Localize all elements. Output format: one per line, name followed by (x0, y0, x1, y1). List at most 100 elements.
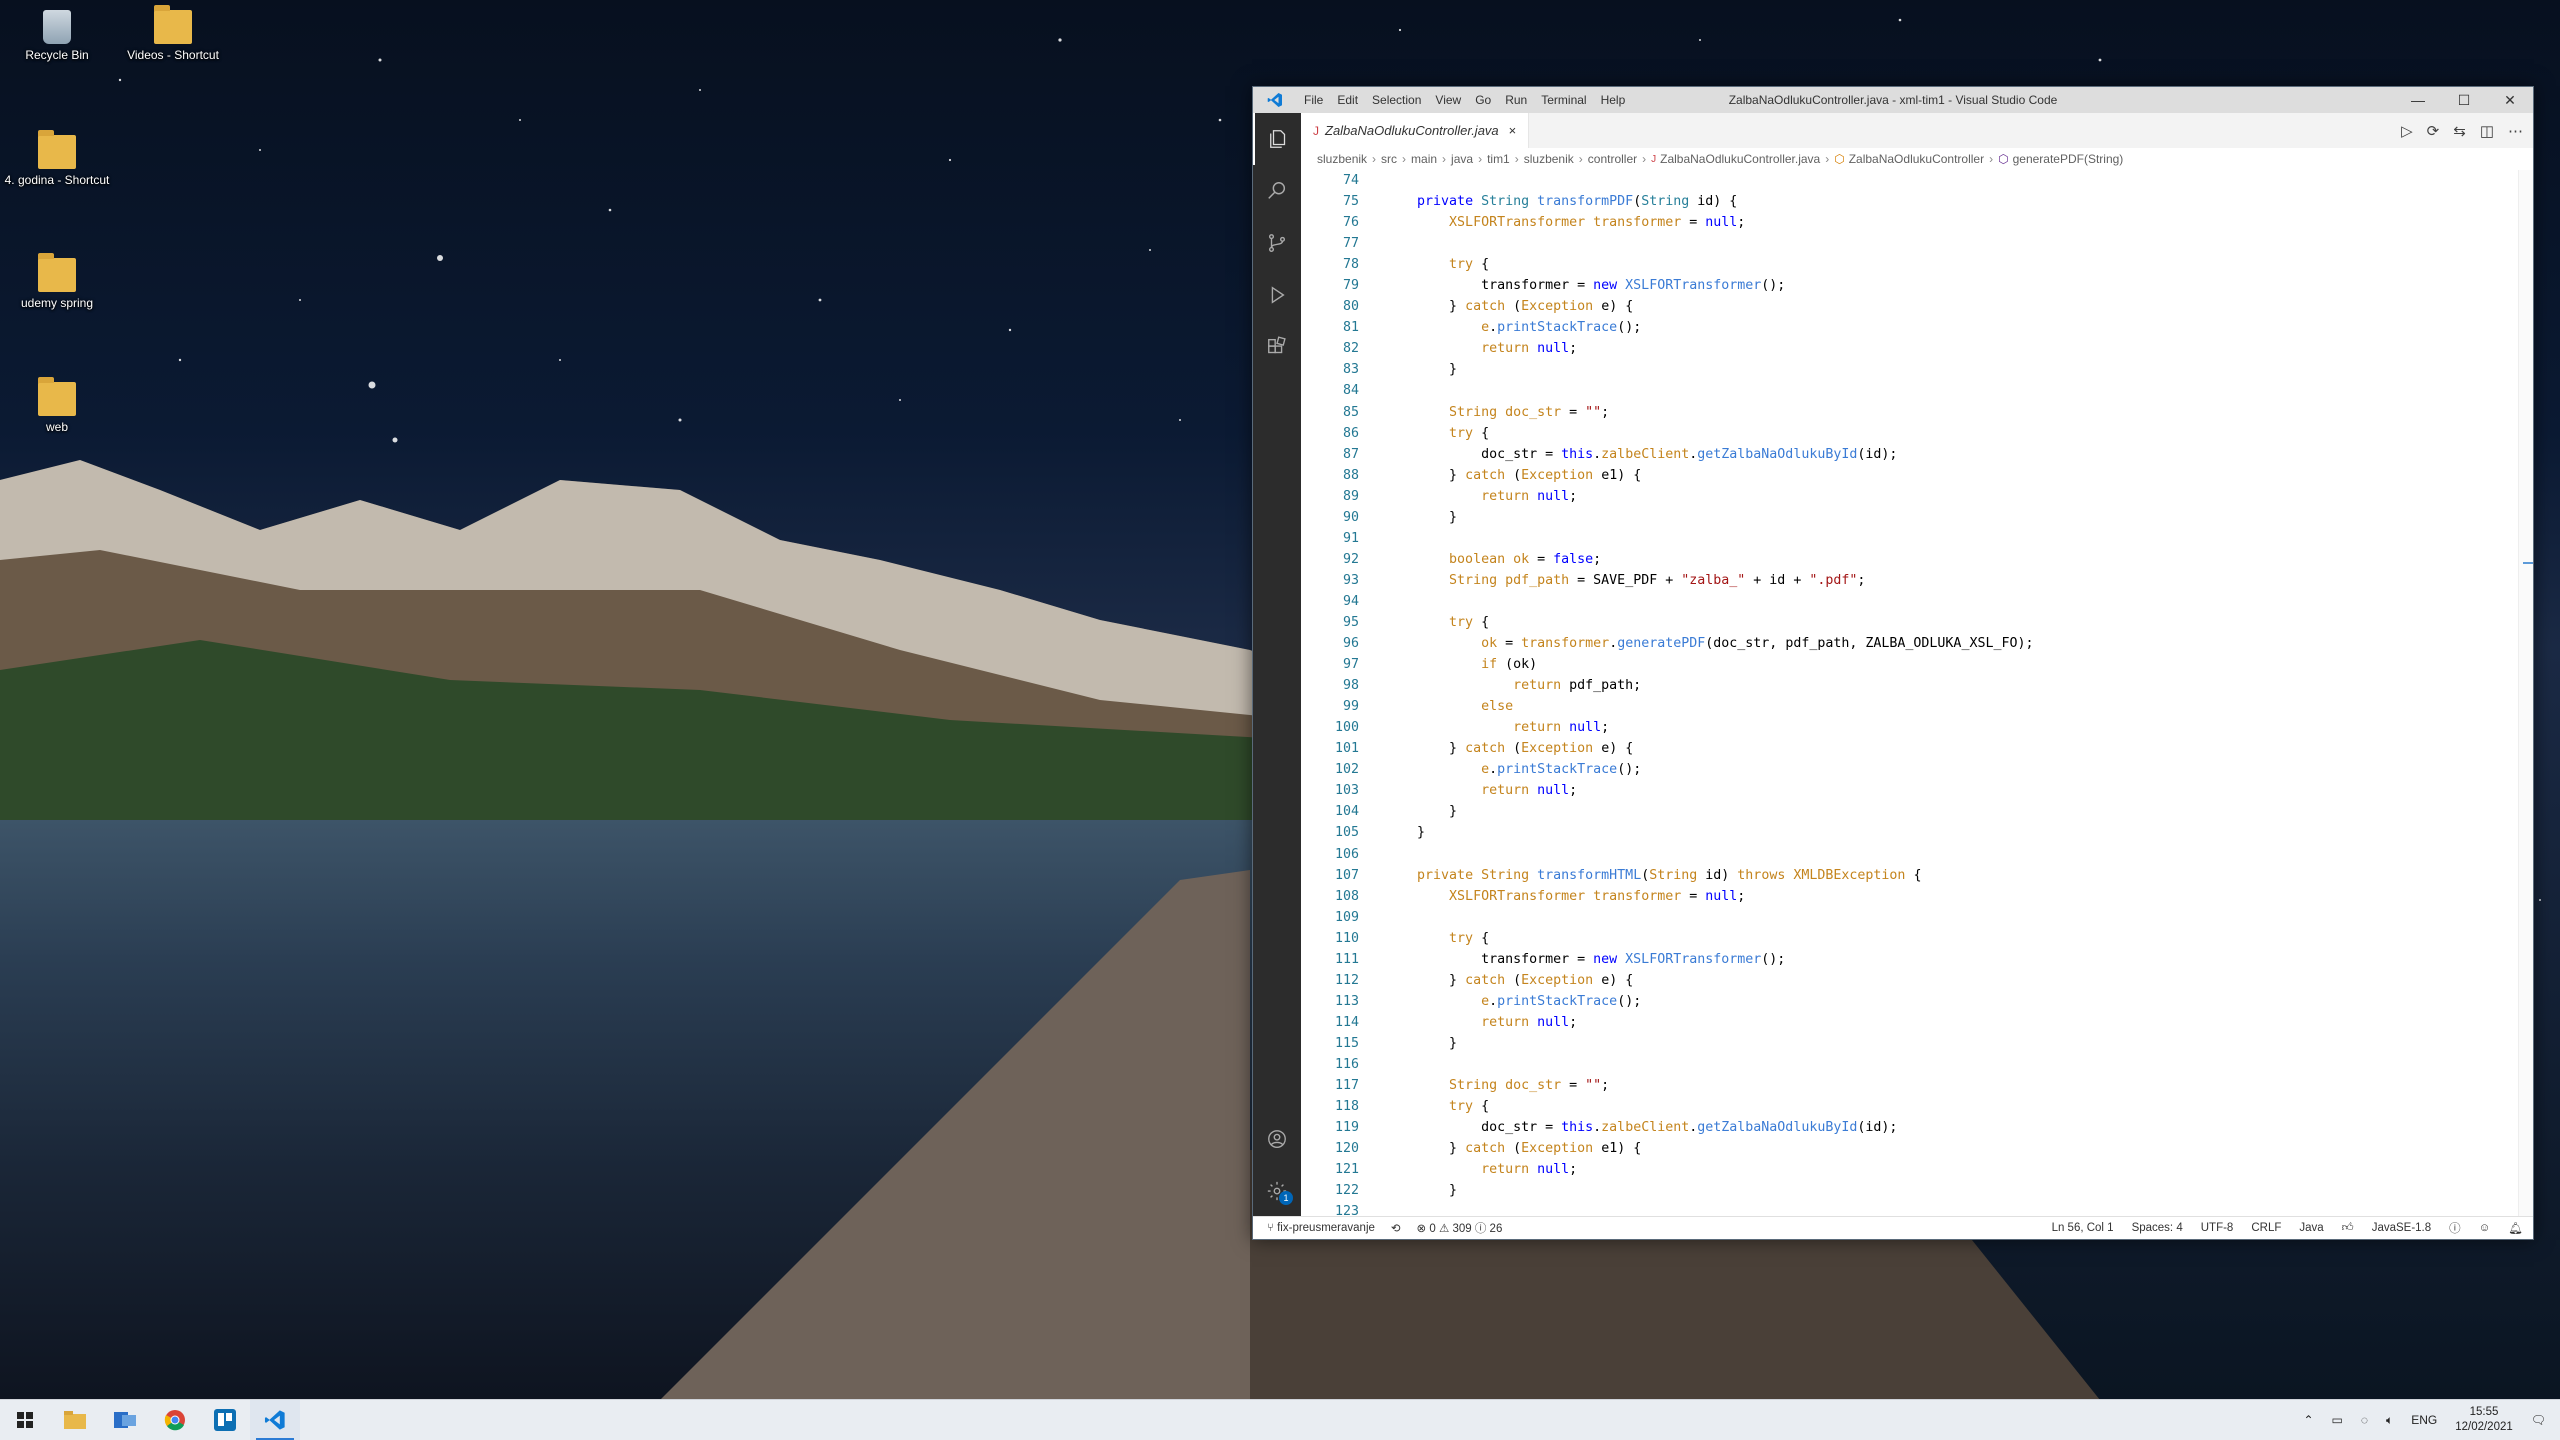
code-line[interactable]: 75 private String transformPDF(String id… (1301, 191, 2519, 212)
code-line[interactable]: 100 return null; (1301, 717, 2519, 738)
explorer-icon[interactable] (1253, 113, 1303, 165)
code-line[interactable]: 113 e.printStackTrace(); (1301, 991, 2519, 1012)
cursor-position[interactable]: Ln 56, Col 1 (2052, 1222, 2114, 1234)
code-line[interactable]: 91 (1301, 528, 2519, 549)
tab-close-icon[interactable]: × (1509, 123, 1517, 138)
code-line[interactable]: 77 (1301, 233, 2519, 254)
code-line[interactable]: 118 try { (1301, 1096, 2519, 1117)
taskbar-vscode[interactable] (250, 1400, 300, 1440)
close-button[interactable]: ✕ (2487, 87, 2533, 113)
code-line[interactable]: 107 private String transformHTML(String … (1301, 865, 2519, 886)
menu-view[interactable]: View (1428, 87, 1468, 113)
code-line[interactable]: 82 return null; (1301, 338, 2519, 359)
code-line[interactable]: 108 XSLFORTransformer transformer = null… (1301, 886, 2519, 907)
code-line[interactable]: 93 String pdf_path = SAVE_PDF + "zalba_"… (1301, 570, 2519, 591)
code-line[interactable]: 104 } (1301, 801, 2519, 822)
code-line[interactable]: 87 doc_str = this.zalbeClient.getZalbaNa… (1301, 444, 2519, 465)
title-bar[interactable]: ZalbaNaOdlukuController.java - xml-tim1 … (1253, 87, 2533, 113)
chevron-up-icon[interactable]: ⌃ (2303, 1413, 2313, 1427)
minimize-button[interactable]: — (2395, 87, 2441, 113)
desktop-icon-videos-shortcut[interactable]: Videos - Shortcut (118, 5, 228, 62)
code-line[interactable]: 105 } (1301, 822, 2519, 843)
code-line[interactable]: 90 } (1301, 507, 2519, 528)
line-ending[interactable]: CRLF (2251, 1222, 2281, 1234)
code-line[interactable]: 116 (1301, 1054, 2519, 1075)
language-indicator[interactable]: ENG (2411, 1413, 2437, 1427)
code-line[interactable]: 95 try { (1301, 612, 2519, 633)
taskbar-app-outlook[interactable] (100, 1400, 150, 1440)
menu-selection[interactable]: Selection (1365, 87, 1428, 113)
run-icon[interactable]: ▷ (2401, 122, 2413, 140)
taskbar-trello[interactable] (200, 1400, 250, 1440)
code-line[interactable]: 103 return null; (1301, 780, 2519, 801)
info-icon[interactable]: ⓘ (2449, 1220, 2461, 1236)
code-line[interactable]: 111 transformer = new XSLFORTransformer(… (1301, 949, 2519, 970)
indentation[interactable]: Spaces: 4 (2132, 1222, 2183, 1234)
encoding[interactable]: UTF-8 (2201, 1222, 2234, 1234)
code-line[interactable]: 121 return null; (1301, 1159, 2519, 1180)
sync-icon[interactable]: ⟲ (1391, 1221, 1401, 1235)
code-line[interactable]: 97 if (ok) (1301, 654, 2519, 675)
menu-help[interactable]: Help (1594, 87, 1633, 113)
code-line[interactable]: 120 } catch (Exception e1) { (1301, 1138, 2519, 1159)
debug-icon[interactable]: ⟳ (2427, 122, 2440, 140)
code-line[interactable]: 101 } catch (Exception e) { (1301, 738, 2519, 759)
breadcrumb-item[interactable]: generatePDF(String) (2013, 152, 2124, 166)
taskbar-file-explorer[interactable] (50, 1400, 100, 1440)
desktop-icon-udemy-spring[interactable]: udemy spring (2, 253, 112, 310)
code-line[interactable]: 78 try { (1301, 254, 2519, 275)
notifications-icon[interactable]: 🗨︎ (2531, 1413, 2546, 1427)
code-line[interactable]: 89 return null; (1301, 486, 2519, 507)
search-icon[interactable] (1253, 165, 1301, 217)
breadcrumb-item[interactable]: ZalbaNaOdlukuController.java (1660, 152, 1820, 166)
code-line[interactable]: 81 e.printStackTrace(); (1301, 317, 2519, 338)
run-debug-icon[interactable] (1253, 269, 1301, 321)
code-line[interactable]: 98 return pdf_path; (1301, 675, 2519, 696)
jdk-version[interactable]: JavaSE-1.8 (2372, 1222, 2431, 1234)
breadcrumb-item[interactable]: sluzbenik (1524, 152, 1574, 166)
code-line[interactable]: 76 XSLFORTransformer transformer = null; (1301, 212, 2519, 233)
code-line[interactable]: 114 return null; (1301, 1012, 2519, 1033)
network-icon[interactable]: ◌ (2361, 1413, 2368, 1427)
breadcrumb-item[interactable]: sluzbenik (1317, 152, 1367, 166)
code-line[interactable]: 86 try { (1301, 423, 2519, 444)
menu-terminal[interactable]: Terminal (1534, 87, 1593, 113)
menu-go[interactable]: Go (1468, 87, 1498, 113)
bell-icon[interactable]: 🔔︎ (2508, 1221, 2523, 1235)
code-line[interactable]: 112 } catch (Exception e) { (1301, 970, 2519, 991)
desktop-icon-godina-shortcut[interactable]: 4. godina - Shortcut (2, 130, 112, 187)
code-line[interactable]: 99 else (1301, 696, 2519, 717)
code-line[interactable]: 88 } catch (Exception e1) { (1301, 465, 2519, 486)
menu-edit[interactable]: Edit (1330, 87, 1365, 113)
code-line[interactable]: 96 ok = transformer.generatePDF(doc_str,… (1301, 633, 2519, 654)
extensions-icon[interactable] (1253, 321, 1301, 373)
code-line[interactable]: 74 (1301, 170, 2519, 191)
tab-zalba-controller[interactable]: J ZalbaNaOdlukuController.java × (1301, 113, 1530, 148)
code-line[interactable]: 119 doc_str = this.zalbeClient.getZalbaN… (1301, 1117, 2519, 1138)
breadcrumb-item[interactable]: tim1 (1487, 152, 1510, 166)
manage-gear-icon[interactable]: 1 (1253, 1165, 1301, 1217)
taskbar-chrome[interactable] (150, 1400, 200, 1440)
code-line[interactable]: 123 (1301, 1201, 2519, 1217)
code-line[interactable]: 115 } (1301, 1033, 2519, 1054)
code-line[interactable]: 110 try { (1301, 928, 2519, 949)
problems-status[interactable]: ⊗ 0 ⚠ 309 ⓘ 26 (1417, 1220, 1503, 1236)
thumbs-up-icon[interactable]: 👍︎ (2342, 1221, 2354, 1235)
source-control-icon[interactable] (1253, 217, 1301, 269)
code-line[interactable]: 83 } (1301, 359, 2519, 380)
breadcrumb-item[interactable]: src (1381, 152, 1397, 166)
volume-icon[interactable]: 🔈︎ (2386, 1413, 2393, 1428)
editor-scrollbar[interactable] (2518, 170, 2533, 1217)
code-editor[interactable]: 74 75 private String transformPDF(String … (1301, 170, 2519, 1217)
code-line[interactable]: 84 (1301, 380, 2519, 401)
code-line[interactable]: 92 boolean ok = false; (1301, 549, 2519, 570)
code-line[interactable]: 94 (1301, 591, 2519, 612)
language-mode[interactable]: Java (2299, 1222, 2323, 1234)
clock[interactable]: 15:55 12/02/2021 (2455, 1405, 2513, 1435)
code-line[interactable]: 79 transformer = new XSLFORTransformer()… (1301, 275, 2519, 296)
code-line[interactable]: 85 String doc_str = ""; (1301, 402, 2519, 423)
code-line[interactable]: 102 e.printStackTrace(); (1301, 759, 2519, 780)
battery-icon[interactable]: ▭ (2332, 1413, 2343, 1427)
code-line[interactable]: 122 } (1301, 1180, 2519, 1201)
breadcrumb-item[interactable]: java (1451, 152, 1473, 166)
